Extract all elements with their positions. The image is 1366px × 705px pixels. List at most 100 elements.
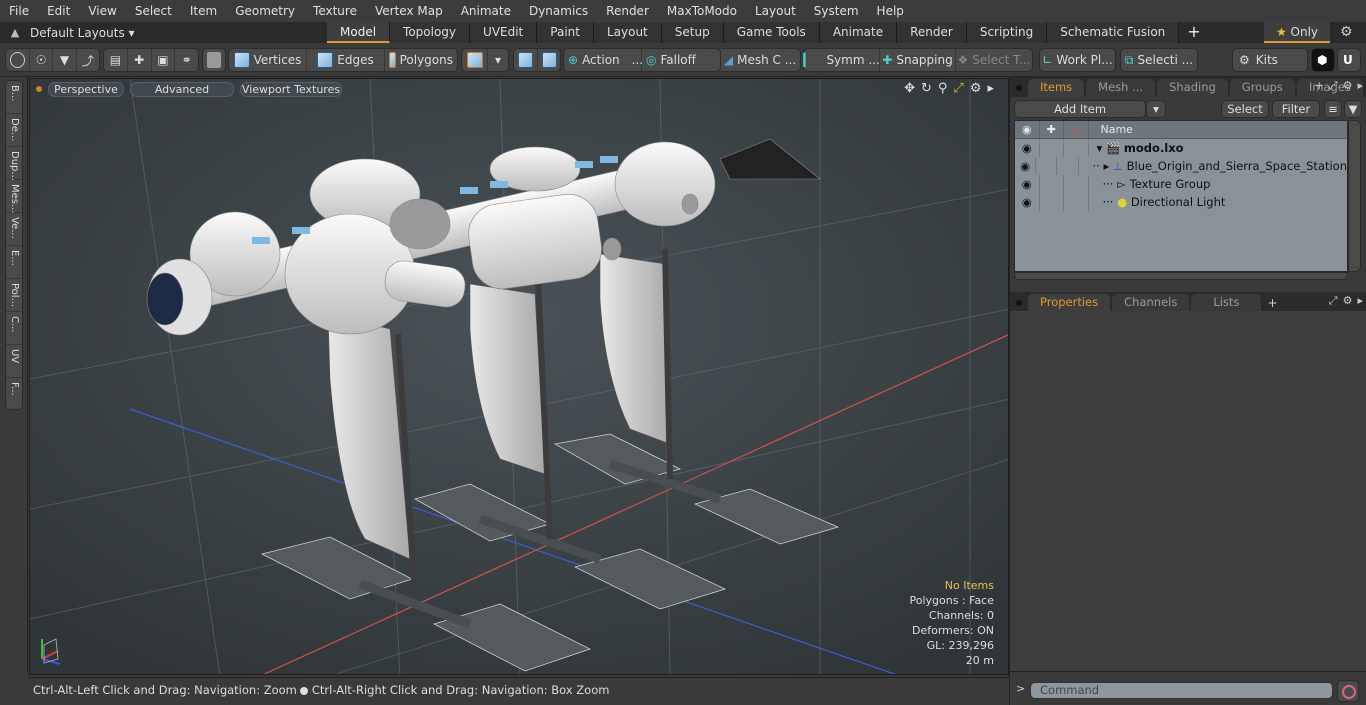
visibility-column-icon[interactable]: ◉ [1015, 121, 1040, 138]
tool-tab-deform[interactable]: De... [6, 114, 22, 147]
edges-button[interactable]: Edges [307, 49, 385, 71]
frame-icon[interactable]: ▣ [152, 49, 176, 71]
default-layouts-dropdown[interactable]: Default Layouts ▾ [30, 26, 330, 40]
tool-tab-polygon[interactable]: Pol... [6, 279, 22, 312]
menu-view[interactable]: View [79, 0, 125, 22]
item-cube-icon[interactable] [203, 49, 225, 71]
tree-scrollbar[interactable] [1348, 120, 1361, 272]
tool-tab-mesh-edit[interactable]: Mes... [6, 180, 22, 214]
menu-select[interactable]: Select [126, 0, 181, 22]
collapse-icon[interactable]: ▲ [0, 26, 30, 39]
panel-menu-dot[interactable] [1016, 85, 1022, 91]
add-item-button[interactable]: Add Item [1014, 100, 1146, 118]
tab-topology[interactable]: Topology [390, 22, 471, 43]
vertices-button[interactable]: Vertices [229, 49, 307, 71]
filter-button[interactable]: Filter [1272, 100, 1320, 118]
action-button[interactable]: ⊕ Action... [564, 49, 643, 71]
tree-row-scene[interactable]: ◉ ▾ 🎬 modo.lxo [1015, 139, 1347, 157]
tool-tab-duplicate[interactable]: Dup... [6, 147, 22, 181]
funnel-icon[interactable]: ▼ [1344, 100, 1362, 118]
3d-viewport[interactable]: Perspective Advanced Viewport Textures ✥… [29, 78, 1009, 675]
panel-more-icon[interactable]: ▸ [1357, 294, 1363, 308]
tab-setup[interactable]: Setup [661, 22, 724, 43]
tool-tab-vertex[interactable]: Ve... [6, 213, 22, 246]
dial-icon[interactable]: ⚭ [175, 49, 198, 71]
panel-gear-icon[interactable]: ⚙ [1343, 79, 1353, 93]
add-tab-button[interactable]: + [1179, 22, 1208, 43]
tool-tab-fusion[interactable]: F... [6, 378, 22, 411]
tab-render[interactable]: Render [897, 22, 967, 43]
menu-geometry[interactable]: Geometry [226, 0, 304, 22]
tree-row-texture-group[interactable]: ◉ ··· ▻ Texture Group [1015, 175, 1347, 193]
tool-tab-curve[interactable]: C... [6, 312, 22, 345]
tab-uvedit[interactable]: UVEdit [470, 22, 538, 43]
add-item-dropdown-icon[interactable]: ▾ [1146, 100, 1166, 118]
panel-menu-dot[interactable] [1016, 300, 1022, 306]
tree-row-mesh[interactable]: ◉ ·· ▸ ⊥ Blue_Origin_and_Sierra_Space_St… [1015, 157, 1347, 175]
locator-column-icon[interactable]: △ [1064, 121, 1089, 138]
circle-select-icon[interactable] [6, 49, 30, 71]
grid-cross-icon[interactable]: ✚ [128, 49, 152, 71]
polygons-button[interactable]: Polygons [385, 49, 457, 71]
tool-tab-basic[interactable]: B... [6, 81, 22, 114]
tab-lists[interactable]: Lists [1191, 294, 1262, 312]
tab-mesh[interactable]: Mesh ... [1086, 79, 1156, 97]
eye-icon[interactable]: ◉ [1015, 175, 1040, 193]
tree-row-directional-light[interactable]: ◉ ··· ● Directional Light [1015, 193, 1347, 211]
viewport-more-icon[interactable]: ▸ [987, 81, 994, 96]
menu-edit[interactable]: Edit [38, 0, 79, 22]
tab-game-tools[interactable]: Game Tools [723, 22, 820, 43]
mesh-constraint-button[interactable]: ◢ Mesh C ... [721, 49, 799, 71]
unreal-button[interactable]: U [1337, 48, 1361, 72]
viewport-menu-dot[interactable] [36, 86, 42, 92]
only-toggle[interactable]: ★ Only [1264, 22, 1330, 43]
lock-column-icon[interactable]: ✚ [1040, 121, 1064, 138]
tab-shading[interactable]: Shading [1157, 79, 1228, 97]
tab-items[interactable]: Items [1028, 79, 1085, 97]
work-plane-button[interactable]: ∟ Work Pl... [1040, 49, 1115, 71]
menu-maxtomodo[interactable]: MaxToModo [658, 0, 746, 22]
tool-tab-edge[interactable]: E... [6, 246, 22, 279]
tab-paint[interactable]: Paint [537, 22, 594, 43]
tab-layout[interactable]: Layout [593, 22, 662, 43]
pivot-icon[interactable] [514, 49, 538, 71]
menu-item[interactable]: Item [181, 0, 226, 22]
menu-vertex-map[interactable]: Vertex Map [366, 0, 452, 22]
gear-icon[interactable]: ⚙ [1340, 22, 1353, 43]
select-button[interactable]: Select [1221, 100, 1269, 118]
tab-scripting[interactable]: Scripting [966, 22, 1048, 43]
globe-icon[interactable]: ☉ [30, 49, 54, 71]
tab-model[interactable]: Model [327, 22, 391, 43]
menu-help[interactable]: Help [868, 0, 913, 22]
advanced-dropdown[interactable]: Advanced [130, 81, 234, 97]
rotate-view-icon[interactable]: ↻ [921, 81, 932, 96]
snapping-button[interactable]: ✚ Snapping [880, 49, 956, 71]
add-panel-tab-icon[interactable]: + [1315, 79, 1324, 93]
selection-sets-button[interactable]: ⧉ Selecti ... [1121, 49, 1197, 71]
name-column-header[interactable]: Name [1089, 121, 1133, 138]
move-view-icon[interactable]: ✥ [904, 81, 915, 96]
lasso-icon[interactable]: ⤴ [77, 49, 99, 71]
eye-icon[interactable]: ◉ [1015, 157, 1037, 175]
perspective-dropdown[interactable]: Perspective [48, 81, 124, 97]
unity-button[interactable]: ⬢ [1311, 48, 1335, 72]
stack-icon[interactable]: ▤ [104, 49, 128, 71]
tool-tab-uv[interactable]: UV [6, 345, 22, 378]
chevron-down-icon[interactable]: ▾ [488, 49, 508, 71]
collapse-arrow-icon[interactable]: ▾ [1097, 141, 1103, 155]
kits-button[interactable]: ⚙ Kits [1233, 49, 1307, 71]
tab-properties[interactable]: Properties [1028, 294, 1111, 312]
expand-arrow-icon[interactable]: ▸ [1103, 159, 1109, 173]
viewport-textures-dropdown[interactable]: Viewport Textures [240, 81, 342, 97]
eye-icon[interactable]: ◉ [1015, 193, 1040, 211]
panel-more-icon[interactable]: ▸ [1357, 79, 1363, 93]
command-input[interactable]: Command [1030, 682, 1333, 699]
pen-icon[interactable]: ▼ [53, 49, 77, 71]
tab-schematic-fusion[interactable]: Schematic Fusion [1047, 22, 1180, 43]
expand-icon[interactable]: ⤢ [1329, 79, 1338, 93]
panel-gear-icon[interactable]: ⚙ [1343, 294, 1353, 308]
viewport-gear-icon[interactable]: ⚙ [970, 81, 982, 96]
tab-channels[interactable]: Channels [1112, 294, 1190, 312]
falloff-button[interactable]: ◎ Falloff [642, 49, 720, 71]
symmetry-button[interactable]: ▎ Symm ... [803, 49, 880, 71]
